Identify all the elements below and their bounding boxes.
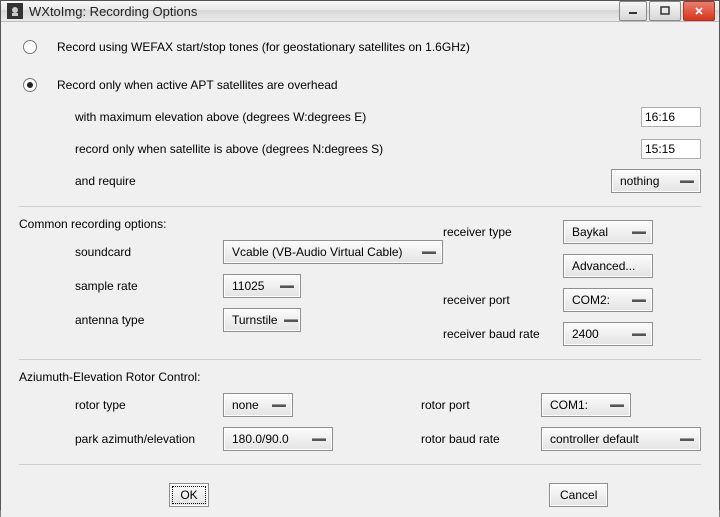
mode-apt-radio[interactable] [23, 78, 37, 92]
rotor-type-value: none [232, 398, 259, 412]
window-buttons [619, 1, 715, 21]
antenna-type-dropdown[interactable]: Turnstile [223, 308, 301, 332]
mode-wefax-radio[interactable] [23, 40, 37, 54]
receiver-baud-value: 2400 [572, 327, 599, 341]
receiver-port-label: receiver port [443, 293, 563, 307]
cancel-button[interactable]: Cancel [549, 483, 608, 507]
max-elevation-label: with maximum elevation above (degrees W:… [75, 110, 366, 124]
require-dropdown[interactable]: nothing [611, 169, 701, 193]
park-label: park azimuth/elevation [75, 432, 223, 446]
soundcard-dropdown[interactable]: Vcable (VB-Audio Virtual Cable) [223, 240, 443, 264]
dropdown-caret-icon [678, 176, 696, 186]
titlebar[interactable]: WXtoImg: Recording Options [1, 1, 719, 22]
rotor-baud-dropdown[interactable]: controller default [541, 427, 701, 451]
receiver-port-value: COM2: [572, 293, 610, 307]
antenna-type-label: antenna type [75, 313, 223, 327]
app-icon [7, 3, 23, 19]
park-value: 180.0/90.0 [232, 432, 289, 446]
dropdown-caret-icon [310, 434, 328, 444]
minimize-button[interactable] [619, 1, 647, 21]
receiver-baud-label: receiver baud rate [443, 327, 563, 341]
ok-button[interactable]: OK [169, 483, 209, 507]
rotor-baud-value: controller default [550, 432, 639, 446]
dropdown-caret-icon [270, 400, 288, 410]
client-area: Record using WEFAX start/stop tones (for… [1, 22, 719, 517]
receiver-type-label: receiver type [443, 225, 563, 239]
common-heading: Common recording options: [19, 217, 443, 231]
sample-rate-label: sample rate [75, 279, 223, 293]
antenna-type-value: Turnstile [232, 313, 278, 327]
sample-rate-value: 11025 [232, 279, 264, 293]
require-value: nothing [620, 174, 659, 188]
close-button[interactable] [683, 1, 715, 21]
rotor-port-label: rotor port [421, 398, 541, 412]
rotor-port-value: COM1: [550, 398, 588, 412]
dropdown-caret-icon [630, 295, 648, 305]
divider [19, 206, 701, 207]
max-elevation-input[interactable] [641, 107, 701, 127]
maximize-button[interactable] [649, 1, 681, 21]
rotor-heading: Aziumuth-Elevation Rotor Control: [19, 370, 701, 384]
receiver-port-dropdown[interactable]: COM2: [563, 288, 653, 312]
window-title: WXtoImg: Recording Options [29, 4, 619, 19]
dialog-window: WXtoImg: Recording Options Record using … [0, 0, 720, 510]
rotor-type-label: rotor type [75, 398, 223, 412]
divider [19, 464, 701, 465]
dropdown-caret-icon [608, 400, 626, 410]
rotor-type-dropdown[interactable]: none [223, 393, 293, 417]
soundcard-value: Vcable (VB-Audio Virtual Cable) [232, 245, 403, 259]
mode-apt-label: Record only when active APT satellites a… [57, 78, 338, 92]
dropdown-caret-icon [678, 434, 696, 444]
horizon-label: record only when satellite is above (deg… [75, 142, 383, 156]
sample-rate-dropdown[interactable]: 11025 [223, 274, 301, 298]
park-dropdown[interactable]: 180.0/90.0 [223, 427, 333, 451]
dropdown-caret-icon [630, 329, 648, 339]
horizon-input[interactable] [641, 139, 701, 159]
rotor-baud-label: rotor baud rate [421, 432, 541, 446]
mode-wefax-label: Record using WEFAX start/stop tones (for… [57, 40, 470, 54]
dropdown-caret-icon [284, 315, 298, 325]
receiver-type-dropdown[interactable]: Baykal [563, 220, 653, 244]
advanced-button[interactable]: Advanced... [563, 254, 653, 278]
receiver-baud-dropdown[interactable]: 2400 [563, 322, 653, 346]
soundcard-label: soundcard [75, 245, 223, 259]
rotor-port-dropdown[interactable]: COM1: [541, 393, 631, 417]
dropdown-caret-icon [630, 227, 648, 237]
dropdown-caret-icon [278, 281, 296, 291]
dropdown-caret-icon [420, 247, 438, 257]
divider [19, 359, 701, 360]
require-label: and require [75, 174, 136, 188]
receiver-type-value: Baykal [572, 225, 608, 239]
